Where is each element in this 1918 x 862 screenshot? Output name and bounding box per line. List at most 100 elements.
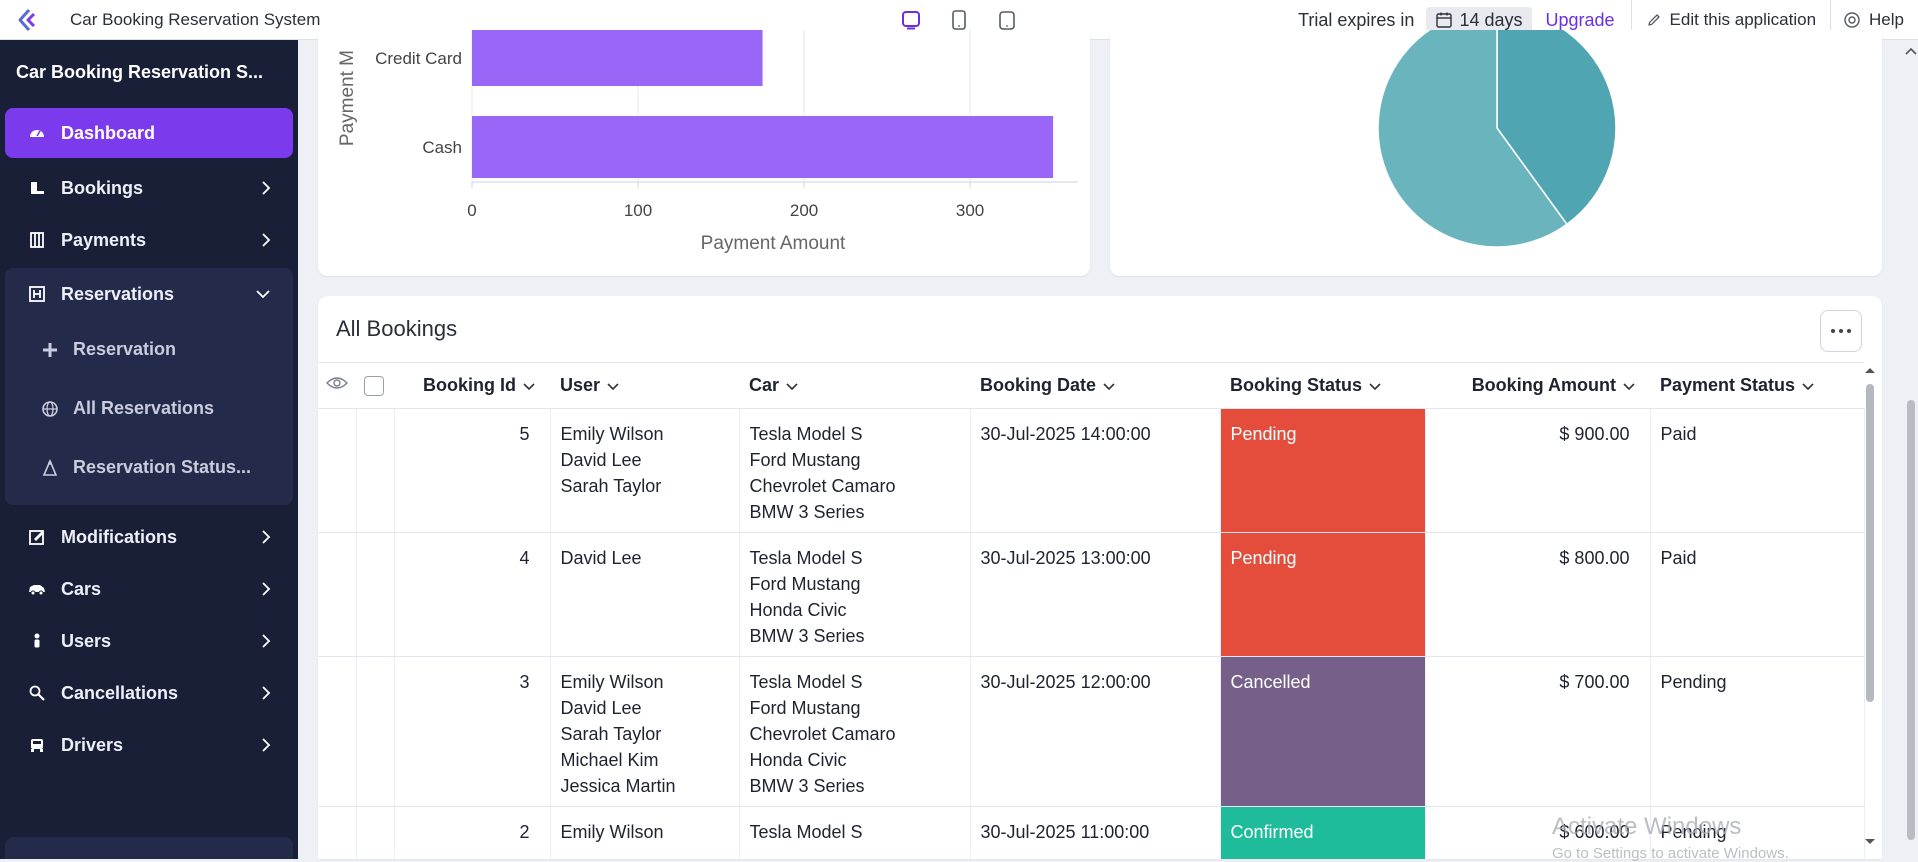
sidebar-subitem-reservation-status[interactable]: Reservation Status... (5, 438, 293, 497)
user-cell: David Lee (550, 532, 740, 657)
column-header-payment-status[interactable]: Payment Status (1650, 362, 1864, 409)
pie-chart (1377, 30, 1617, 248)
column-header-booking-amount[interactable]: Booking Amount (1425, 362, 1650, 409)
cell-line: Chevrolet Camaro (749, 476, 896, 496)
sidebar-item-label: Users (61, 630, 112, 651)
cell-text: $ 900.00 (1559, 424, 1630, 444)
cell-text: Pending (1660, 672, 1727, 692)
page-scrollbar[interactable] (1904, 40, 1918, 859)
sidebar-item-label: Modifications (61, 526, 177, 547)
page-scroll-up-arrow-icon[interactable] (1904, 46, 1918, 56)
modifications-icon (27, 527, 47, 547)
table-scrollbar[interactable] (1864, 366, 1876, 846)
reservations-icon (27, 284, 47, 304)
sidebar-subitem-label: Reservation Status... (73, 457, 252, 477)
sidebar-subitem-reservation[interactable]: Reservation (5, 320, 293, 379)
sidebar-item-cars[interactable]: Cars (5, 563, 293, 615)
select-all-checkbox[interactable] (356, 362, 394, 409)
sidebar-item-label: Cars (61, 578, 102, 599)
table-title: All Bookings (336, 316, 458, 341)
chevron-right-icon (262, 634, 271, 648)
cell-text: Pending (1230, 548, 1297, 568)
table-row[interactable]: 5 Emily Wilson David Lee Sarah Taylor Tesla … (318, 408, 1865, 533)
x-tick-label: 200 (790, 201, 818, 220)
row-select-cell[interactable] (356, 656, 395, 807)
edit-application-label: Edit this application (1669, 10, 1817, 29)
cell-line: Honda Civic (749, 600, 847, 620)
cell-text: $ 800.00 (1559, 548, 1630, 568)
sidebar-subitem-all-reservations[interactable]: All Reservations (5, 379, 293, 438)
edit-application-button[interactable]: Edit this application (1632, 10, 1830, 30)
chevron-down-icon (607, 383, 619, 390)
y-tick-label: Credit Card (375, 49, 462, 68)
user-icon (27, 631, 47, 651)
cell-text: $ 700.00 (1559, 672, 1630, 692)
row-select-cell[interactable] (356, 408, 395, 533)
app-title: Car Booking Reservation System (70, 9, 321, 29)
payments-icon (27, 230, 47, 250)
payment-status-cell: Paid (1650, 532, 1865, 657)
upgrade-link[interactable]: Upgrade (1546, 10, 1615, 31)
car-icon (27, 579, 47, 599)
chevron-right-icon (262, 181, 271, 195)
car-cell: Tesla Model S Ford Mustang Chevrolet Camar… (739, 656, 971, 807)
plus-icon (43, 342, 57, 357)
column-header-booking-id[interactable]: Booking Id (394, 362, 550, 409)
sidebar-group-reservations: Reservations Reservation All Reservation… (5, 268, 293, 505)
car-cell: Tesla Model S Ford Mustang Chevrolet Camar… (739, 408, 971, 533)
column-header-label: Car (749, 375, 780, 395)
sidebar-item-dashboard[interactable]: Dashboard (5, 108, 293, 158)
scroll-down-arrow-icon[interactable] (1864, 838, 1876, 846)
more-options-button[interactable] (1820, 310, 1862, 352)
more-dots-icon (1831, 329, 1851, 333)
chevron-down-icon (1623, 383, 1635, 390)
cell-text: 30-Jul-2025 14:00:00 (980, 424, 1151, 444)
car-cell: Tesla Model S Ford Mustang Honda Civic BMW … (739, 532, 971, 657)
column-header-label: Booking Date (980, 375, 1097, 395)
column-visibility-toggle[interactable] (318, 362, 356, 409)
sidebar-item-payments[interactable]: Payments (5, 214, 293, 266)
column-header-booking-status[interactable]: Booking Status (1220, 362, 1425, 409)
cell-line: Emily Wilson (560, 424, 664, 444)
column-header-car[interactable]: Car (739, 362, 970, 409)
chevron-down-icon (523, 383, 535, 390)
sidebar-item-modifications[interactable]: Modifications (5, 511, 293, 563)
x-axis-label: Payment Amount (701, 233, 846, 254)
y-tick-label: Cash (422, 138, 462, 157)
table-body: 5 Emily Wilson David Lee Sarah Taylor Tesla … (318, 408, 1865, 859)
scroll-up-arrow-icon[interactable] (1864, 366, 1876, 374)
column-header-user[interactable]: User (550, 362, 739, 409)
row-select-cell[interactable] (356, 806, 395, 859)
column-header-label: Booking Status (1230, 375, 1363, 395)
payment-status-cell: Paid (1650, 408, 1865, 533)
sidebar-item-label: Dashboard (61, 122, 156, 143)
user-cell: Emily Wilson David Lee Sarah Taylor (550, 408, 740, 533)
table-header-row: Booking Id User Car Booking Date Booking… (318, 362, 1864, 409)
sidebar-item-users[interactable]: Users (5, 615, 293, 667)
sidebar-item-cancellations[interactable]: Cancellations (5, 667, 293, 719)
sidebar-item-bookings[interactable]: Bookings (5, 162, 293, 214)
sidebar-item-reservations[interactable]: Reservations (5, 268, 293, 320)
booking-amount-cell: $ 800.00 (1425, 532, 1651, 657)
sidebar-item-drivers[interactable]: Drivers (5, 719, 293, 771)
cell-text: 3 (519, 672, 530, 692)
booking-date-cell: 30-Jul-2025 12:00:00 (970, 656, 1221, 807)
row-eye-cell[interactable] (318, 806, 357, 859)
booking-status-cell: Pending (1220, 408, 1426, 533)
row-eye-cell[interactable] (318, 656, 357, 807)
table-row[interactable]: 4 David Lee Tesla Model S Ford Mustang Honda… (318, 532, 1865, 657)
table-row[interactable]: 3 Emily Wilson David Lee Sarah Taylor Michae… (318, 656, 1865, 807)
help-button[interactable]: Help (1831, 10, 1918, 30)
table-scrollbar-thumb[interactable] (1866, 384, 1874, 702)
page-scrollbar-thumb[interactable] (1907, 400, 1915, 840)
chevron-down-icon (256, 290, 270, 299)
driver-icon (27, 735, 47, 755)
bookings-table: Booking Id User Car Booking Date Booking… (318, 362, 1865, 859)
row-select-cell[interactable] (356, 532, 395, 657)
lifebuoy-icon (1844, 12, 1860, 28)
app-logo-icon[interactable] (0, 0, 56, 40)
booking-id-cell: 5 (394, 408, 551, 533)
row-eye-cell[interactable] (318, 532, 357, 657)
column-header-booking-date[interactable]: Booking Date (970, 362, 1220, 409)
row-eye-cell[interactable] (318, 408, 357, 533)
